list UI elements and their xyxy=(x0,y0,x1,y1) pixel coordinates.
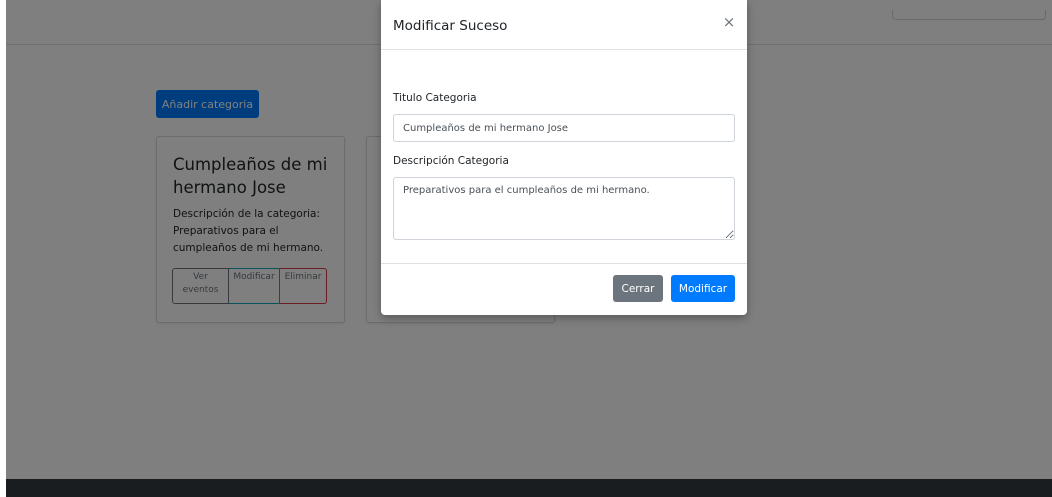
category-title-input[interactable] xyxy=(393,114,735,142)
description-field-label: Descripción Categoria xyxy=(393,155,509,167)
title-field-label: Titulo Categoria xyxy=(393,92,477,104)
modal-title: Modificar Suceso xyxy=(393,18,508,34)
category-description-textarea[interactable]: Preparativos para el cumpleaños de mi he… xyxy=(393,177,735,240)
close-button[interactable]: Cerrar xyxy=(613,275,663,302)
modal-footer-divider xyxy=(381,263,747,264)
close-icon[interactable]: × xyxy=(721,14,737,30)
edit-event-modal: Modificar Suceso × Titulo Categoria Desc… xyxy=(381,0,747,315)
modal-header: Modificar Suceso × xyxy=(381,0,747,50)
modify-button[interactable]: Modificar xyxy=(671,275,735,302)
